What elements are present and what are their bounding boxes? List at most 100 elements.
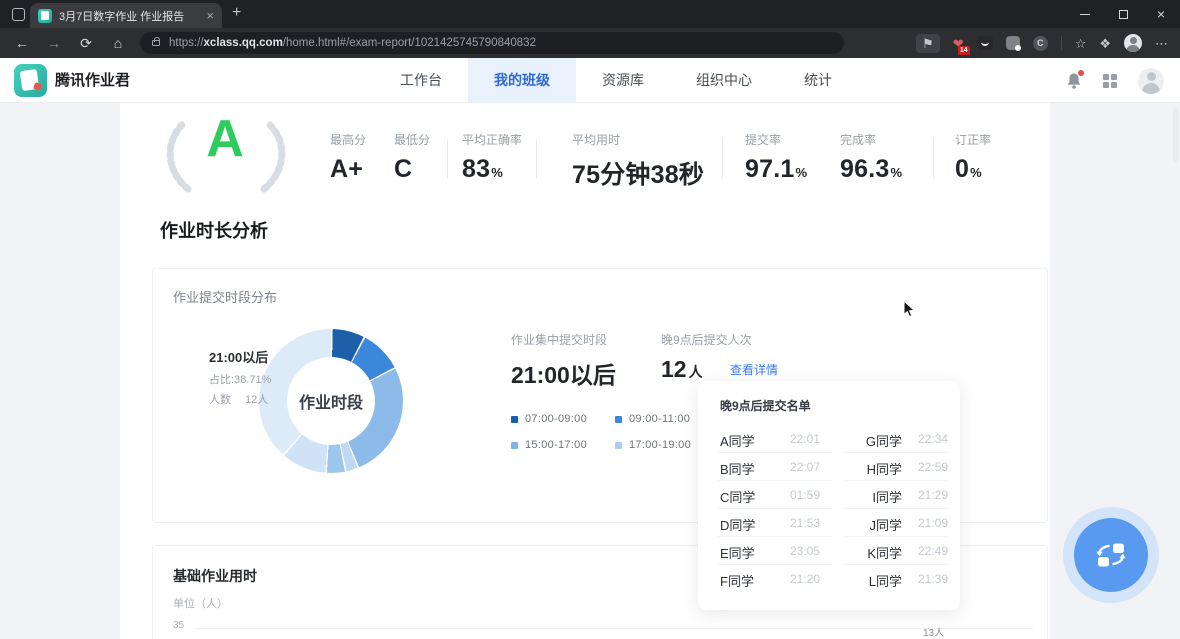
- nav-item-resources[interactable]: 资源库: [576, 58, 670, 103]
- nav-item-my-class[interactable]: 我的班级: [468, 58, 576, 103]
- collections-icon[interactable]: ❖: [1099, 37, 1111, 50]
- window-maximize-button[interactable]: [1104, 0, 1142, 28]
- mouse-cursor: [903, 300, 916, 319]
- student-row: C同学01:59 I同学21:29: [698, 481, 960, 509]
- new-tab-button[interactable]: +: [232, 4, 241, 22]
- student-name: K同学: [844, 543, 902, 562]
- main-nav: 工作台 我的班级 资源库 组织中心 统计: [374, 58, 858, 103]
- back-icon[interactable]: ←: [6, 28, 38, 58]
- submit-time: 21:39: [908, 572, 948, 586]
- floating-switch-button[interactable]: [1063, 507, 1159, 603]
- nav-item-org-center[interactable]: 组织中心: [670, 58, 778, 103]
- callout-share: 占比:38.71%: [209, 371, 271, 387]
- stat-divider: [722, 139, 723, 179]
- submit-time: 22:07: [790, 460, 820, 474]
- late-submission-popup: 晚9点后提交名单 A同学 22:01 G同学 22:34 B同学 22:07 H同学 2…: [698, 381, 960, 610]
- extension-mask-icon[interactable]: [977, 36, 993, 50]
- browser-tab[interactable]: 3月7日数字作业 作业报告 ×: [30, 3, 222, 28]
- browser-toolbar-icons: ⚑ ❤14 C ☆ ❖ ⋯: [916, 34, 1180, 53]
- notification-bell-icon[interactable]: [1066, 72, 1082, 90]
- extension-c-icon[interactable]: C: [1033, 36, 1048, 51]
- brand-name: 腾讯作业君: [55, 58, 130, 103]
- student-name: A同学: [720, 431, 755, 450]
- card-title: 作业提交时段分布: [173, 287, 277, 306]
- legend-swatch: [511, 416, 518, 423]
- card-title: 基础作业用时: [173, 566, 257, 586]
- student-name: H同学: [844, 459, 902, 478]
- student-row: A同学 22:01 G同学 22:34: [698, 425, 960, 453]
- submit-time: 21:20: [790, 572, 820, 586]
- browser-profile-avatar[interactable]: [1124, 34, 1142, 52]
- submit-time: 21:29: [908, 488, 948, 502]
- student-name: E同学: [720, 543, 755, 562]
- axis-unit-label: 单位（人）: [173, 595, 228, 611]
- stat-highest-score: 最高分A+: [330, 131, 366, 184]
- legend-item-0700-0900[interactable]: 07:00-09:00: [511, 413, 587, 425]
- bookmark-flag-icon[interactable]: ⚑: [916, 34, 940, 53]
- tab-search-icon[interactable]: [12, 8, 25, 21]
- extension-dot-icon[interactable]: [1006, 36, 1020, 50]
- lock-icon: [152, 40, 160, 46]
- legend-swatch: [615, 442, 622, 449]
- legend-item-1500-1700[interactable]: 15:00-17:00: [511, 439, 587, 451]
- notification-dot: [1078, 70, 1084, 76]
- forward-icon[interactable]: →: [38, 28, 70, 58]
- url-domain: xclass.qq.com: [204, 37, 283, 49]
- window-minimize-button[interactable]: [1066, 0, 1104, 28]
- submit-time: 22:34: [908, 432, 948, 446]
- student-name: I同学: [844, 487, 902, 506]
- scrollbar-thumb[interactable]: [1173, 107, 1179, 162]
- student-name: D同学: [720, 515, 755, 534]
- student-name: B同学: [720, 459, 755, 478]
- submit-time: 22:49: [908, 544, 948, 558]
- submit-time: 23:05: [790, 544, 820, 558]
- legend-item-0900-1100[interactable]: 09:00-11:00: [615, 413, 690, 425]
- legend-item-1700-1900[interactable]: 17:00-19:00: [615, 439, 691, 451]
- partial-data-label: 13人: [923, 624, 944, 639]
- extension-badge: 14: [958, 46, 970, 55]
- stat-avg-time: 平均用时75分钟38秒: [572, 131, 705, 191]
- overall-grade: A: [178, 109, 272, 169]
- home-icon[interactable]: ⌂: [102, 28, 134, 58]
- url-scheme: https://: [169, 37, 204, 49]
- submit-time: 22:01: [790, 432, 820, 446]
- nav-item-workbench[interactable]: 工作台: [374, 58, 468, 103]
- popup-title: 晚9点后提交名单: [720, 397, 811, 414]
- student-row: E同学 23:05 K同学 22:49: [698, 537, 960, 565]
- submit-time: 21:09: [908, 516, 948, 530]
- toolbar-divider: [1061, 36, 1062, 50]
- refresh-icon[interactable]: ⟳: [70, 28, 102, 58]
- tab-favicon-icon: [38, 9, 52, 23]
- student-name: G同学: [844, 431, 902, 450]
- app-logo[interactable]: [14, 64, 47, 97]
- url-path: /home.html#/exam-report/1021425745790840…: [283, 37, 536, 49]
- stat-divider: [447, 139, 448, 179]
- section-title: 作业时长分析: [160, 217, 268, 243]
- stat-correction-rate: 订正率0%: [955, 131, 991, 184]
- address-input[interactable]: https://xclass.qq.com/home.html#/exam-re…: [140, 32, 844, 54]
- tab-close-icon[interactable]: ×: [206, 9, 214, 22]
- browser-more-icon[interactable]: ⋯: [1155, 37, 1168, 50]
- view-details-link[interactable]: 查看详情: [730, 361, 778, 378]
- apps-grid-icon[interactable]: [1103, 74, 1117, 88]
- submission-donut-chart[interactable]: 作业时段: [259, 329, 403, 473]
- submit-time: 22:59: [908, 460, 948, 474]
- student-row: F同学21:20 L同学21:39: [698, 565, 960, 593]
- app-header: 腾讯作业君 工作台 我的班级 资源库 组织中心 统计: [0, 58, 1180, 103]
- submit-time: 21:53: [790, 516, 820, 530]
- stat-submit-rate: 提交率97.1%: [745, 131, 807, 184]
- student-name: L同学: [844, 571, 902, 590]
- callout-count-label: 人数: [209, 394, 231, 406]
- stat-completion-rate: 完成率96.3%: [840, 131, 902, 184]
- donut-center: 作业时段: [287, 357, 375, 445]
- maximize-icon: [1119, 10, 1128, 19]
- window-close-button[interactable]: ×: [1142, 0, 1180, 28]
- user-avatar[interactable]: [1138, 68, 1164, 94]
- favorites-star-icon[interactable]: ☆: [1075, 37, 1087, 50]
- submit-time: 01:59: [790, 488, 820, 502]
- extension-heart-icon[interactable]: ❤14: [953, 37, 964, 50]
- page-url: https://xclass.qq.com/home.html#/exam-re…: [169, 37, 536, 49]
- nav-item-statistics[interactable]: 统计: [778, 58, 858, 103]
- switch-view-icon: [1074, 518, 1148, 592]
- stat-avg-accuracy: 平均正确率83%: [462, 131, 522, 184]
